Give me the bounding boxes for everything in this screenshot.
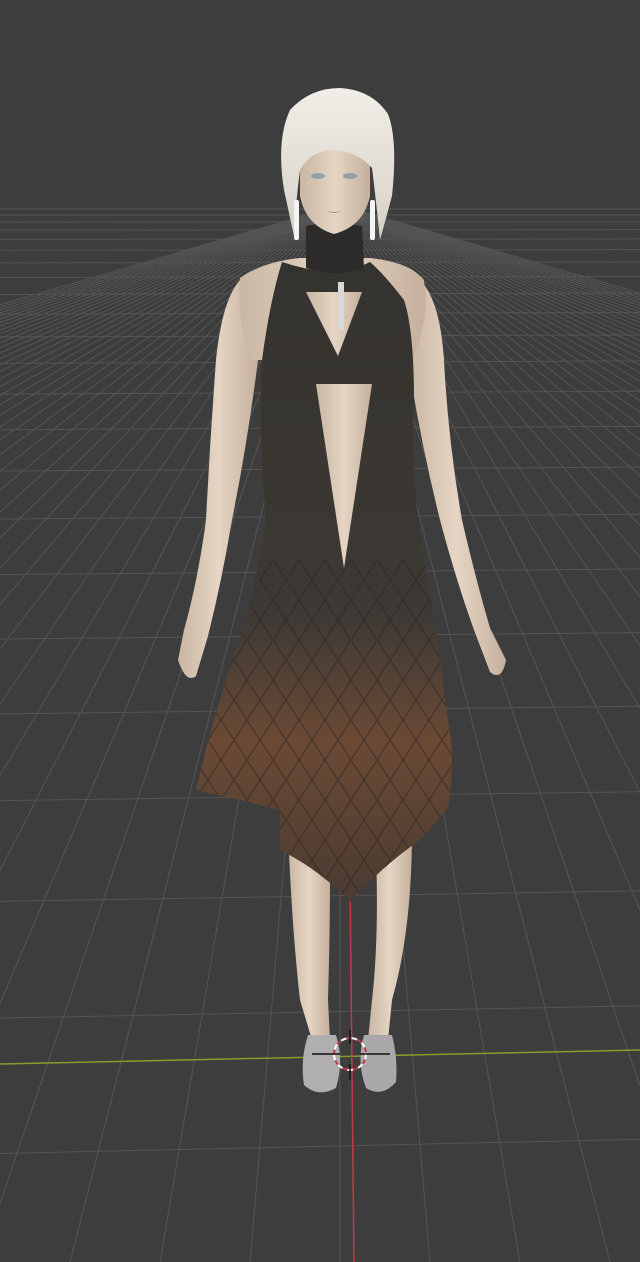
left-eye [311,173,325,179]
right-eye [343,173,357,179]
3d-viewport[interactable] [0,0,640,1262]
dress-pattern [196,560,452,902]
left-shoe [302,1035,340,1093]
right-earring [370,200,375,240]
collar-zipper [338,282,344,330]
right-shoe [360,1035,397,1092]
left-earring [294,200,299,240]
